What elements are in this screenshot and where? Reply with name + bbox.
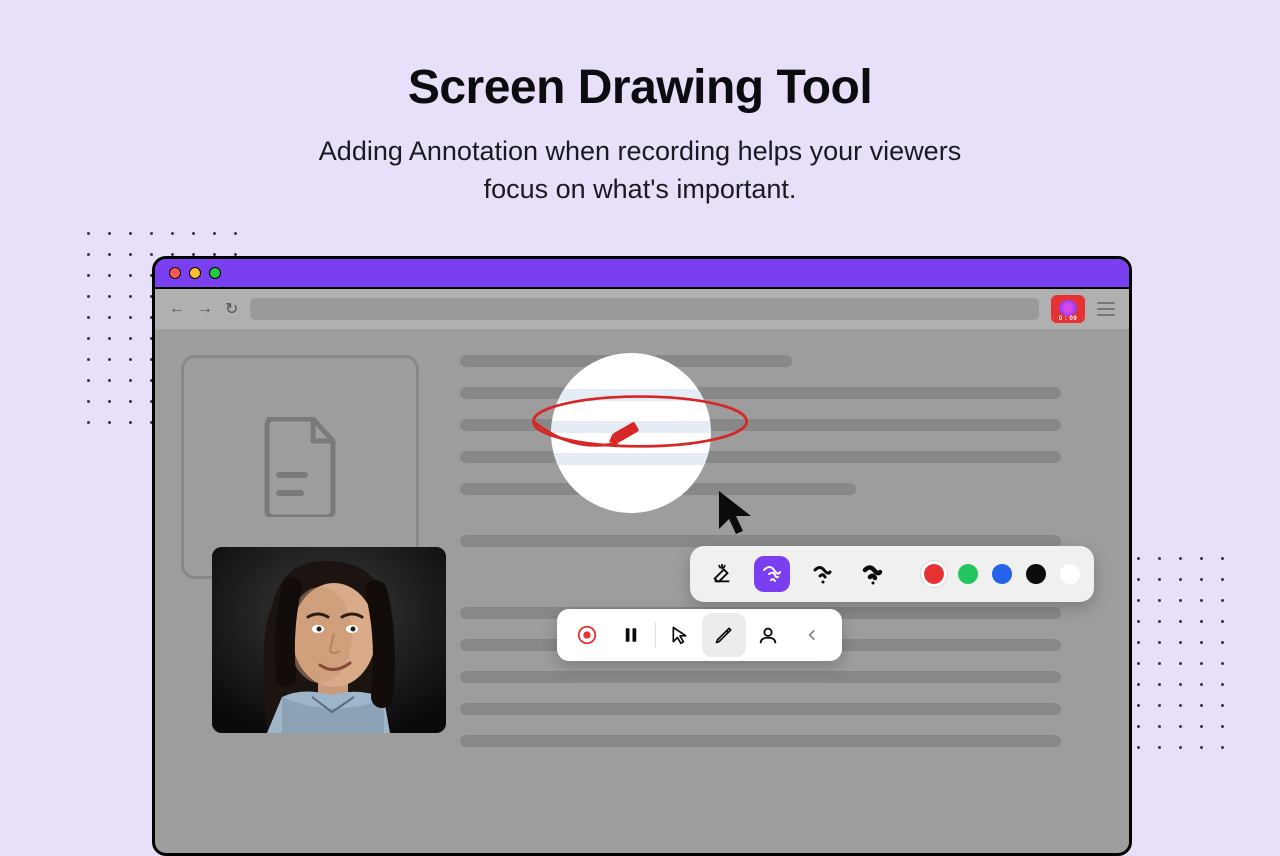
- window-minimize-button[interactable]: [189, 267, 201, 279]
- pause-button[interactable]: [609, 613, 653, 657]
- color-swatch-white[interactable]: [1060, 564, 1080, 584]
- nav-reload-icon[interactable]: ↻: [225, 299, 238, 319]
- document-icon: [261, 417, 339, 517]
- document-thumbnail: [181, 355, 419, 579]
- record-button[interactable]: [565, 613, 609, 657]
- browser-menu-icon[interactable]: [1097, 302, 1115, 316]
- pen-thin-button[interactable]: [754, 556, 790, 592]
- window-titlebar: [155, 259, 1129, 289]
- webcam-preview[interactable]: [212, 547, 446, 733]
- collapse-button[interactable]: [790, 613, 834, 657]
- color-swatch-blue[interactable]: [992, 564, 1012, 584]
- nav-back-icon[interactable]: ←: [169, 300, 185, 318]
- spotlight-circle: [551, 353, 711, 513]
- cursor-icon: [715, 489, 755, 537]
- color-swatch-green[interactable]: [958, 564, 978, 584]
- recorder-extension-badge[interactable]: 0 : 09: [1051, 295, 1085, 323]
- page-title: Screen Drawing Tool: [0, 60, 1280, 115]
- drawing-toolbar: [690, 546, 1094, 602]
- page-subtitle: Adding Annotation when recording helps y…: [0, 133, 1280, 209]
- divider: [655, 622, 656, 648]
- window-close-button[interactable]: [169, 267, 181, 279]
- browser-toolbar: ← → ↻ 0 : 09: [155, 289, 1129, 329]
- recorder-control-bar: [557, 609, 842, 661]
- pencil-tool-button[interactable]: [702, 613, 746, 657]
- color-swatch-black[interactable]: [1026, 564, 1046, 584]
- recording-timer: 0 : 09: [1059, 316, 1077, 322]
- nav-forward-icon[interactable]: →: [197, 300, 213, 318]
- pen-thick-button[interactable]: [854, 556, 890, 592]
- recorder-icon: [1059, 300, 1077, 316]
- eraser-button[interactable]: [704, 556, 740, 592]
- page-content: [155, 329, 1129, 853]
- address-bar[interactable]: [250, 298, 1039, 320]
- browser-window: ← → ↻ 0 : 09: [152, 256, 1132, 856]
- webcam-toggle-button[interactable]: [746, 613, 790, 657]
- cursor-tool-button[interactable]: [658, 613, 702, 657]
- color-swatch-red[interactable]: [924, 564, 944, 584]
- pen-medium-button[interactable]: [804, 556, 840, 592]
- window-maximize-button[interactable]: [209, 267, 221, 279]
